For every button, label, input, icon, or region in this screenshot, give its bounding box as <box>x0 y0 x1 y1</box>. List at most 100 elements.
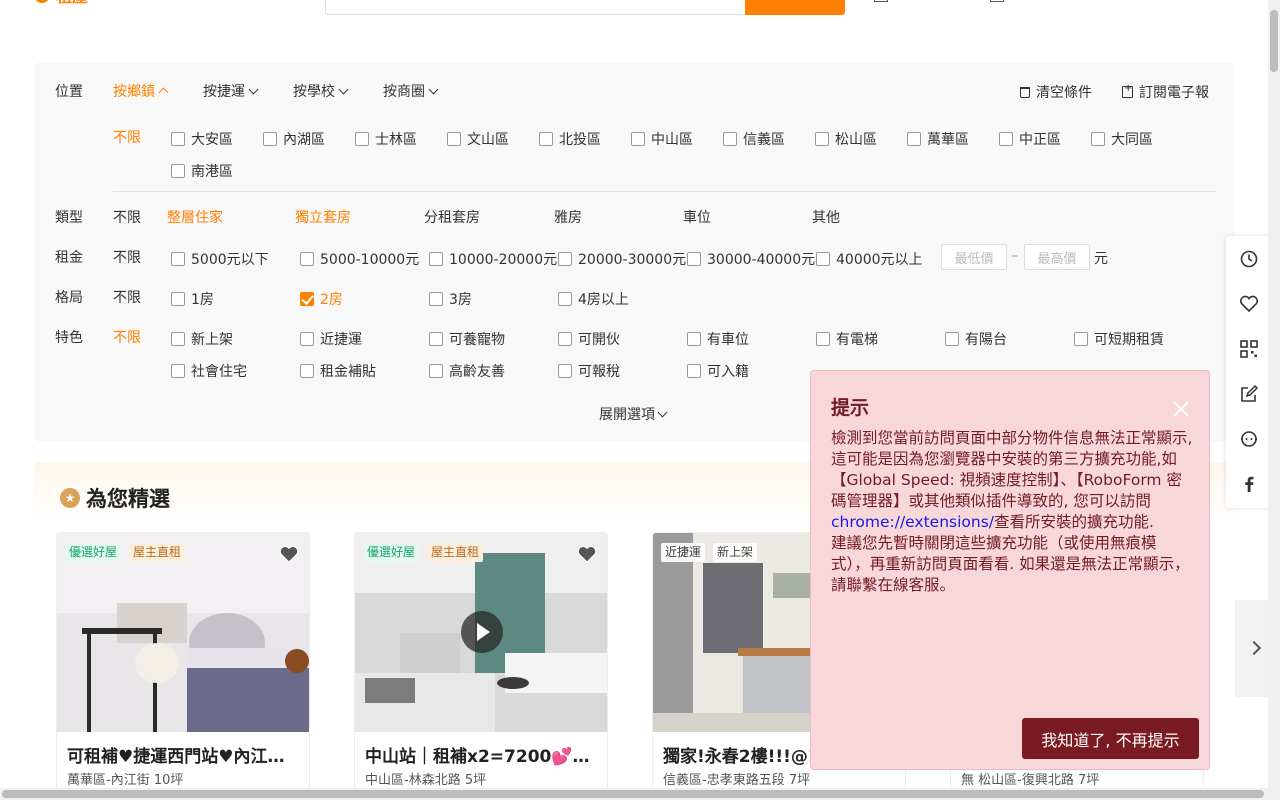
district-checkbox[interactable]: 信義區 <box>723 129 785 149</box>
checkbox-box[interactable] <box>558 292 572 306</box>
dismiss-forever-button[interactable]: 我知道了, 不再提示 <box>1022 718 1199 759</box>
feature-checkbox[interactable]: 可開伙 <box>558 329 620 349</box>
feature-checkbox[interactable]: 有車位 <box>687 329 749 349</box>
header-user-icon[interactable] <box>990 0 1004 2</box>
checkbox-box[interactable] <box>816 252 830 266</box>
close-icon[interactable] <box>1173 401 1189 417</box>
checkbox-box[interactable] <box>631 132 645 146</box>
feature-checkbox[interactable]: 可報稅 <box>558 361 620 381</box>
checkbox-box[interactable] <box>816 332 830 346</box>
vertical-scrollbar-thumb[interactable] <box>1270 10 1278 72</box>
checkbox-box[interactable] <box>723 132 737 146</box>
type-option[interactable]: 整層住家 <box>167 207 223 227</box>
district-checkbox[interactable]: 大安區 <box>171 129 233 149</box>
checkbox-box[interactable] <box>355 132 369 146</box>
checkbox-box[interactable] <box>429 364 443 378</box>
service-icon[interactable] <box>1238 428 1260 450</box>
facebook-icon[interactable] <box>1238 473 1260 495</box>
feature-checkbox[interactable]: 新上架 <box>171 329 233 349</box>
checkbox-checked-icon[interactable] <box>300 292 314 306</box>
tab-by-mrt[interactable]: 按捷運 <box>203 81 259 101</box>
checkbox-box[interactable] <box>558 252 572 266</box>
tab-by-school[interactable]: 按學校 <box>293 81 349 101</box>
listing-title[interactable]: 中山站｜租補x2=7200💕屋… <box>365 742 599 767</box>
checkbox-box[interactable] <box>263 132 277 146</box>
district-unlimited[interactable]: 不限 <box>113 127 141 147</box>
checkbox-box[interactable] <box>999 132 1013 146</box>
listing-title[interactable]: 可租補♥捷運西門站♥內江街… <box>67 742 301 767</box>
rent-checkbox[interactable]: 40000元以上 <box>816 249 923 269</box>
rent-checkbox[interactable]: 5000-10000元 <box>300 249 419 269</box>
vertical-scrollbar[interactable] <box>1268 0 1280 800</box>
listing-card[interactable]: 優選好屋 屋主直租 中山站｜租補x2=7200💕屋… 中山區-林森北路 5坪 <box>354 532 608 800</box>
checkbox-box[interactable] <box>171 332 185 346</box>
district-checkbox[interactable]: 松山區 <box>815 129 877 149</box>
district-checkbox[interactable]: 中山區 <box>631 129 693 149</box>
checkbox-box[interactable] <box>429 252 443 266</box>
max-price-input[interactable]: 最高價 <box>1024 244 1090 270</box>
feature-checkbox[interactable]: 社會住宅 <box>171 361 247 381</box>
qrcode-icon[interactable] <box>1238 338 1260 360</box>
rent-checkbox[interactable]: 5000元以下 <box>171 249 269 269</box>
type-unlimited[interactable]: 不限 <box>113 207 141 227</box>
rent-unlimited[interactable]: 不限 <box>113 247 141 267</box>
checkbox-box[interactable] <box>171 164 185 178</box>
search-button[interactable] <box>745 0 845 15</box>
history-icon[interactable] <box>1238 248 1260 270</box>
checkbox-box[interactable] <box>945 332 959 346</box>
checkbox-box[interactable] <box>815 132 829 146</box>
feature-checkbox[interactable]: 有電梯 <box>816 329 878 349</box>
tab-by-business-area[interactable]: 按商圈 <box>383 81 439 101</box>
layout-checkbox-checked[interactable]: 2房 <box>300 289 343 309</box>
clear-filters-button[interactable]: 清空條件 <box>1020 82 1092 102</box>
type-option[interactable]: 其他 <box>812 207 840 227</box>
feature-checkbox[interactable]: 可入籍 <box>687 361 749 381</box>
subscribe-newsletter-button[interactable]: 訂閱電子報 <box>1122 82 1209 102</box>
checkbox-box[interactable] <box>687 364 701 378</box>
feature-checkbox[interactable]: 可短期租賃 <box>1074 329 1164 349</box>
site-logo[interactable]: 租屋 <box>34 0 88 6</box>
checkbox-box[interactable] <box>558 332 572 346</box>
header-menu-icon[interactable] <box>874 0 888 2</box>
checkbox-box[interactable] <box>687 252 701 266</box>
feature-checkbox[interactable]: 高齡友善 <box>429 361 505 381</box>
checkbox-box[interactable] <box>171 252 185 266</box>
checkbox-box[interactable] <box>171 292 185 306</box>
checkbox-box[interactable] <box>1074 332 1088 346</box>
min-price-input[interactable]: 最低價 <box>941 244 1007 270</box>
district-checkbox[interactable]: 中正區 <box>999 129 1061 149</box>
search-input[interactable] <box>325 0 745 15</box>
rent-checkbox[interactable]: 10000-20000元 <box>429 249 557 269</box>
listing-photo[interactable] <box>57 533 309 732</box>
play-video-icon[interactable] <box>461 611 503 653</box>
edit-icon[interactable] <box>1238 383 1260 405</box>
horizontal-scrollbar[interactable] <box>0 788 1268 800</box>
checkbox-box[interactable] <box>687 332 701 346</box>
layout-checkbox[interactable]: 1房 <box>171 289 214 309</box>
checkbox-box[interactable] <box>429 292 443 306</box>
district-checkbox[interactable]: 大同區 <box>1091 129 1153 149</box>
district-checkbox[interactable]: 北投區 <box>539 129 601 149</box>
features-unlimited[interactable]: 不限 <box>113 327 141 347</box>
checkbox-box[interactable] <box>429 332 443 346</box>
checkbox-box[interactable] <box>300 332 314 346</box>
type-option[interactable]: 分租套房 <box>424 207 480 227</box>
extensions-link[interactable]: chrome://extensions/ <box>831 513 994 531</box>
heart-icon[interactable] <box>577 545 597 563</box>
listing-card[interactable]: 優選好屋 屋主直租 可租補♥捷運西門站♥內江街… 萬華區-內江街 10坪 <box>56 532 310 800</box>
layout-checkbox[interactable]: 3房 <box>429 289 472 309</box>
feature-checkbox[interactable]: 可養寵物 <box>429 329 505 349</box>
type-option[interactable]: 車位 <box>683 207 711 227</box>
expand-options-button[interactable]: 展開選項 <box>599 404 668 424</box>
checkbox-box[interactable] <box>907 132 921 146</box>
type-option[interactable]: 獨立套房 <box>295 207 351 227</box>
rent-checkbox[interactable]: 30000-40000元 <box>687 249 815 269</box>
district-checkbox[interactable]: 文山區 <box>447 129 509 149</box>
district-checkbox[interactable]: 萬華區 <box>907 129 969 149</box>
checkbox-box[interactable] <box>539 132 553 146</box>
feature-checkbox[interactable]: 近捷運 <box>300 329 362 349</box>
district-checkbox[interactable]: 南港區 <box>171 161 233 181</box>
checkbox-box[interactable] <box>171 364 185 378</box>
layout-checkbox[interactable]: 4房以上 <box>558 289 629 309</box>
checkbox-box[interactable] <box>558 364 572 378</box>
